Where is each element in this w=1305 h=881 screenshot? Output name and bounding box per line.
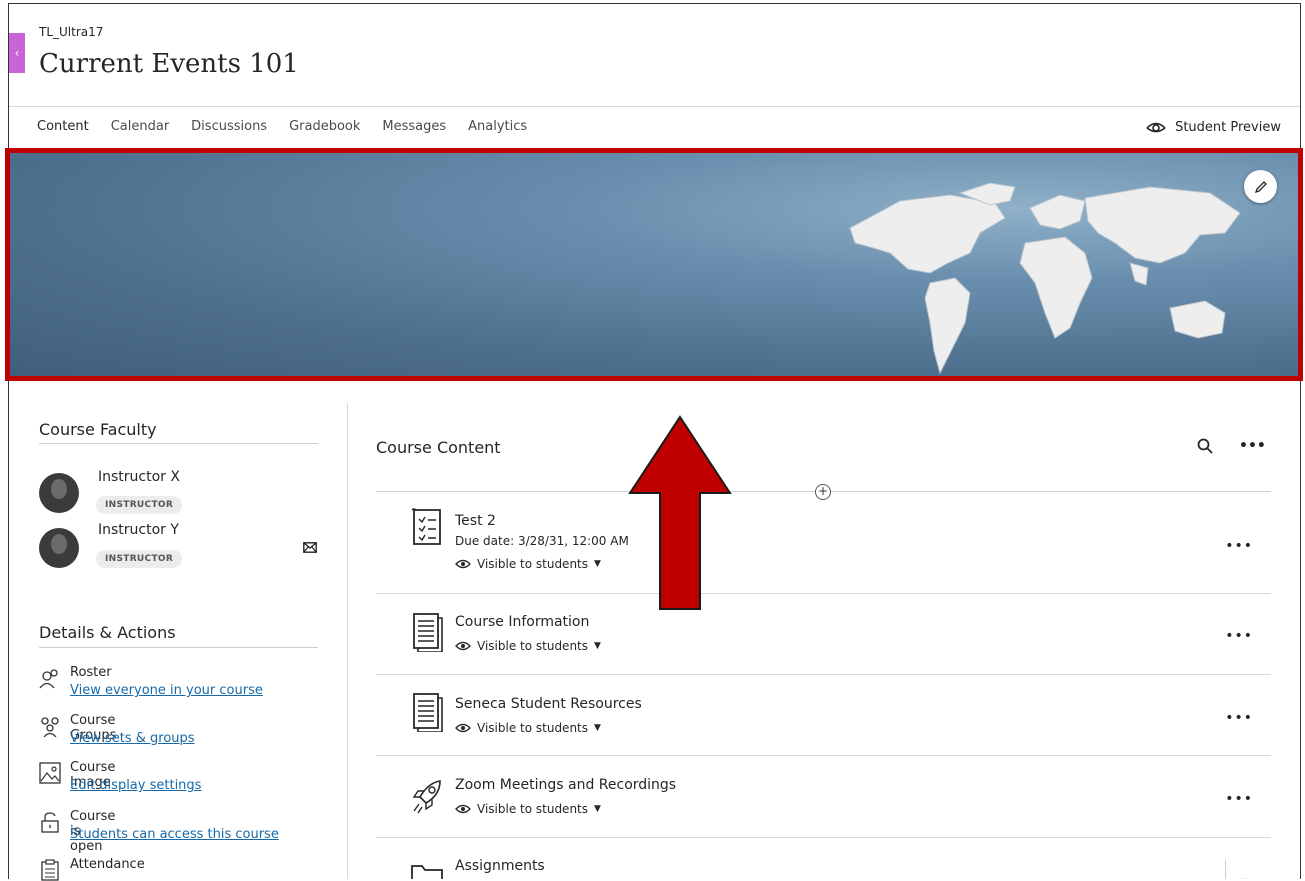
visibility-dropdown[interactable]: Visible to students ▼ <box>455 802 601 816</box>
attendance-icon <box>41 859 59 881</box>
student-preview-button[interactable]: Student Preview <box>1145 119 1281 135</box>
tab-content[interactable]: Content <box>37 119 89 134</box>
eye-icon <box>455 641 471 651</box>
course-banner-highlight <box>5 148 1303 381</box>
course-image-link[interactable]: Edit display settings <box>70 778 201 793</box>
content-item-zoom[interactable]: Zoom Meetings and Recordings Visible to … <box>376 771 1271 835</box>
role-badge: INSTRUCTOR <box>96 496 183 514</box>
item-divider <box>376 593 1271 594</box>
column-divider <box>347 403 348 879</box>
up-arrow-annotation <box>628 415 732 610</box>
item-more-button[interactable]: ••• <box>1225 710 1253 726</box>
content-item-title[interactable]: Seneca Student Resources <box>455 696 642 712</box>
eye-icon <box>455 723 471 733</box>
pencil-icon <box>1254 180 1267 193</box>
vertical-divider <box>1225 860 1226 879</box>
visibility-dropdown[interactable]: Visible to students ▼ <box>455 557 601 571</box>
course-nav: Content Calendar Discussions Gradebook M… <box>37 119 549 134</box>
content-item-title[interactable]: Test 2 <box>455 513 496 529</box>
instructor-name[interactable]: Instructor Y <box>98 522 179 538</box>
item-divider <box>376 837 1271 838</box>
tab-calendar[interactable]: Calendar <box>111 119 169 134</box>
course-content-heading: Course Content <box>376 438 501 457</box>
visibility-label: Visible to students <box>477 639 588 653</box>
tab-discussions[interactable]: Discussions <box>191 119 267 134</box>
eye-icon <box>455 559 471 569</box>
eye-refresh-icon <box>1146 122 1166 133</box>
visibility-dropdown[interactable]: Visible to students ▼ <box>455 639 601 653</box>
roster-link[interactable]: View everyone in your course <box>70 683 263 698</box>
unlock-icon <box>41 812 59 833</box>
visibility-label: Visible to students <box>477 557 588 571</box>
item-divider <box>376 674 1271 675</box>
add-content-button[interactable]: + <box>815 484 831 500</box>
faculty-heading: Course Faculty <box>39 420 157 439</box>
item-more-button[interactable]: ••• <box>1225 628 1253 644</box>
visibility-label: Visible to students <box>477 802 588 816</box>
visibility-dropdown[interactable]: Visible to students ▼ <box>455 721 601 735</box>
edit-banner-button[interactable] <box>1244 170 1277 203</box>
faculty-divider <box>39 443 318 444</box>
header-divider <box>9 106 1300 107</box>
tab-messages[interactable]: Messages <box>382 119 446 134</box>
tab-analytics[interactable]: Analytics <box>468 119 527 134</box>
avatar[interactable] <box>39 473 79 513</box>
student-preview-label: Student Preview <box>1175 119 1281 135</box>
role-badge: INSTRUCTOR <box>96 550 183 568</box>
test-icon <box>411 508 441 545</box>
rocket-icon <box>412 780 441 814</box>
content-item-assignments[interactable]: Assignments ⌄ <box>376 852 1271 879</box>
course-open-link[interactable]: Students can access this course <box>70 827 279 842</box>
tab-gradebook[interactable]: Gradebook <box>289 119 360 134</box>
caret-down-icon: ▼ <box>594 804 601 814</box>
visibility-label: Visible to students <box>477 721 588 735</box>
chevron-down-icon[interactable]: ⌄ <box>1238 870 1250 879</box>
details-heading: Details & Actions <box>39 623 176 642</box>
caret-down-icon: ▼ <box>594 559 601 569</box>
groups-icon <box>41 717 59 737</box>
due-date: Due date: 3/28/31, 12:00 AM <box>455 534 629 548</box>
more-options-icon[interactable]: ••• <box>1239 438 1266 454</box>
document-icon <box>413 613 443 652</box>
content-item-title[interactable]: Zoom Meetings and Recordings <box>455 777 676 793</box>
document-icon <box>413 693 443 732</box>
item-more-button[interactable]: ••• <box>1225 538 1253 554</box>
image-icon <box>39 762 61 784</box>
search-icon[interactable] <box>1197 438 1213 454</box>
item-more-button[interactable]: ••• <box>1225 791 1253 807</box>
page-title: Current Events 101 <box>39 49 299 79</box>
content-item-seneca-resources[interactable]: Seneca Student Resources Visible to stud… <box>376 690 1271 754</box>
caret-down-icon: ▼ <box>594 723 601 733</box>
groups-link[interactable]: View sets & groups <box>70 731 195 746</box>
avatar[interactable] <box>39 528 79 568</box>
eye-icon <box>455 804 471 814</box>
details-divider <box>39 647 318 648</box>
roster-label: Roster <box>70 665 112 680</box>
attendance-label: Attendance <box>70 857 145 872</box>
roster-icon <box>39 669 58 689</box>
content-item-title[interactable]: Course Information <box>455 614 589 630</box>
mail-icon[interactable] <box>303 542 317 553</box>
world-map-image <box>849 182 1241 375</box>
instructor-name[interactable]: Instructor X <box>98 469 180 485</box>
content-item-course-information[interactable]: Course Information Visible to students ▼… <box>376 608 1271 672</box>
course-id: TL_Ultra17 <box>39 25 104 39</box>
folder-icon <box>411 865 443 879</box>
caret-down-icon: ▼ <box>594 641 601 651</box>
back-tab-button[interactable]: ‹ <box>9 33 25 73</box>
item-divider <box>376 755 1271 756</box>
content-item-test[interactable]: Test 2 Due date: 3/28/31, 12:00 AM Visib… <box>376 508 1271 592</box>
content-item-title[interactable]: Assignments <box>455 858 545 874</box>
